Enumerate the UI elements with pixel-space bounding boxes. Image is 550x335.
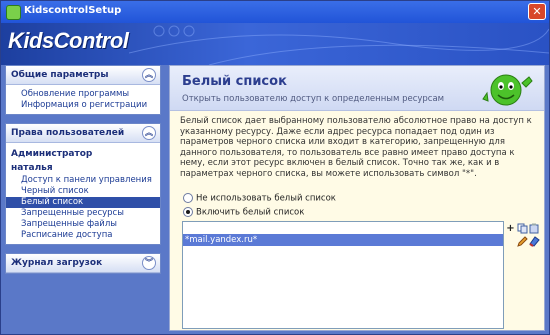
panel-rights: Права пользователей ︽ Администратор ната…	[5, 123, 161, 245]
app-logo: KidsControl	[8, 28, 129, 53]
banner: KidsControl	[1, 23, 549, 65]
sidebar-item-whitelist[interactable]: Белый список	[6, 197, 160, 208]
radio-disable-whitelist[interactable]: Не использовать белый список	[183, 193, 336, 205]
sidebar-item-blocked-files[interactable]: Запрещенные файлы	[6, 219, 160, 230]
radio-button-off[interactable]	[183, 193, 193, 203]
radio-button-on[interactable]	[183, 207, 193, 217]
main-header: Белый список Открыть пользователю доступ…	[170, 66, 544, 111]
main-panel: Белый список Открыть пользователю доступ…	[169, 65, 545, 331]
edit-pencil-icon[interactable]	[517, 236, 528, 247]
whitelist-description: Белый список дает выбранному пользовател…	[180, 116, 532, 179]
panel-rights-title: Права пользователей	[11, 128, 125, 138]
radio-disable-label: Не использовать белый список	[196, 193, 336, 204]
page-title: Белый список	[182, 74, 287, 89]
banner-decoration	[129, 25, 549, 65]
panel-log-header[interactable]: Журнал загрузок ︾	[6, 254, 160, 273]
add-icon[interactable]: +	[505, 223, 516, 234]
title-bar: KidscontrolSetup ✕	[1, 1, 549, 23]
sidebar-item-blacklist[interactable]: Черный список	[6, 186, 160, 197]
list-item[interactable]: *mail.yandex.ru*	[183, 234, 503, 246]
radio-enable-label: Включить белый список	[196, 207, 305, 218]
panel-general: Общие параметры ︽ Обновление программы И…	[5, 65, 161, 115]
sidebar-item-blocked-resources[interactable]: Запрещенные ресурсы	[6, 208, 160, 219]
panel-log: Журнал загрузок ︾	[5, 253, 161, 274]
listbox-header-row	[183, 222, 503, 234]
app-icon	[6, 5, 21, 20]
paste-icon[interactable]	[529, 223, 540, 234]
mascot-smiley-icon	[482, 74, 533, 106]
panel-rights-header[interactable]: Права пользователей ︽	[6, 124, 160, 143]
sidebar: Общие параметры ︽ Обновление программы И…	[5, 65, 161, 333]
chevron-down-icon[interactable]: ︾	[142, 256, 156, 270]
window-title: KidscontrolSetup	[24, 5, 122, 16]
panel-log-title: Журнал загрузок	[11, 258, 103, 268]
sidebar-item-registration[interactable]: Информация о регистрации	[6, 100, 160, 111]
delete-icon[interactable]	[529, 236, 540, 247]
app-window: KidscontrolSetup ✕ KidsControl Общие пар…	[0, 0, 550, 335]
sidebar-item-schedule[interactable]: Расписание доступа	[6, 230, 160, 241]
sidebar-item-update[interactable]: Обновление программы	[6, 89, 160, 100]
page-subtitle: Открыть пользователю доступ к определенн…	[182, 94, 445, 104]
close-button[interactable]: ✕	[528, 3, 546, 20]
panel-general-header[interactable]: Общие параметры ︽	[6, 66, 160, 85]
user-admin[interactable]: Администратор	[6, 147, 160, 161]
sidebar-item-control-panel[interactable]: Доступ к панели управления	[6, 175, 160, 186]
copy-icon[interactable]	[517, 223, 528, 234]
radio-enable-whitelist[interactable]: Включить белый список	[183, 207, 304, 219]
whitelist-listbox[interactable]: *mail.yandex.ru*	[182, 221, 504, 329]
chevron-up-icon[interactable]: ︽	[142, 68, 156, 82]
panel-general-title: Общие параметры	[11, 70, 109, 80]
user-natalya[interactable]: наталья	[6, 161, 160, 175]
chevron-up-icon[interactable]: ︽	[142, 126, 156, 140]
